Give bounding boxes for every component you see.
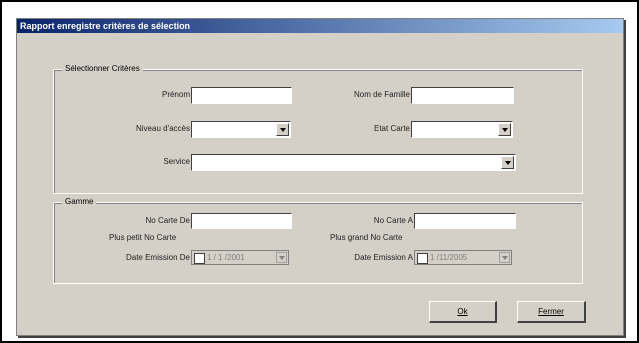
checkbox-icon[interactable] — [194, 253, 205, 264]
chevron-down-icon[interactable] — [276, 123, 289, 136]
date-to-value: 1 /11/2005 — [430, 253, 468, 262]
criteria-group-legend: Sélectionner Critères — [62, 64, 143, 73]
prenom-label: Prénom — [161, 90, 190, 99]
date-from-value: 1 / 1 /2001 — [207, 253, 245, 262]
gamme-group: Gamme No Carte De Plus petit No Carte No… — [53, 197, 583, 284]
niveau-acces-select[interactable] — [191, 121, 291, 138]
service-select[interactable] — [191, 154, 516, 171]
fermer-button[interactable]: Fermer — [517, 301, 586, 323]
chevron-down-icon[interactable] — [501, 156, 514, 169]
card-from-label: No Carte De — [145, 216, 190, 225]
date-to-picker[interactable]: 1 /11/2005 — [414, 250, 512, 265]
card-to-hint: Plus grand No Carte — [330, 233, 403, 242]
chevron-down-icon[interactable] — [499, 252, 510, 263]
chevron-down-icon[interactable] — [498, 123, 511, 136]
chevron-down-icon[interactable] — [276, 252, 287, 263]
card-to-input[interactable] — [414, 213, 516, 229]
card-to-label: No Carte A — [373, 216, 413, 225]
card-from-input[interactable] — [191, 213, 292, 229]
etat-carte-select[interactable] — [411, 121, 513, 138]
date-from-picker[interactable]: 1 / 1 /2001 — [191, 250, 289, 265]
ok-button[interactable]: Ok — [429, 301, 497, 323]
gamme-group-legend: Gamme — [62, 197, 97, 206]
report-criteria-dialog: Rapport enregistre critères de sélection… — [16, 18, 624, 336]
service-label: Service — [163, 157, 190, 166]
criteria-group: Sélectionner Critères Prénom Nom de Fami… — [53, 64, 583, 194]
card-from-hint: Plus petit No Carte — [109, 233, 177, 242]
dialog-title: Rapport enregistre critères de sélection — [17, 19, 623, 33]
etat-carte-label: Etat Carte — [373, 124, 410, 133]
nom-famille-label: Nom de Famille — [353, 90, 410, 99]
date-to-label: Date Emission A — [354, 253, 413, 262]
prenom-input[interactable] — [191, 87, 292, 104]
nom-famille-input[interactable] — [411, 87, 514, 104]
niveau-acces-label: Niveau d'accès — [136, 124, 190, 133]
checkbox-icon[interactable] — [417, 253, 428, 264]
date-from-label: Date Emission De — [125, 253, 190, 262]
